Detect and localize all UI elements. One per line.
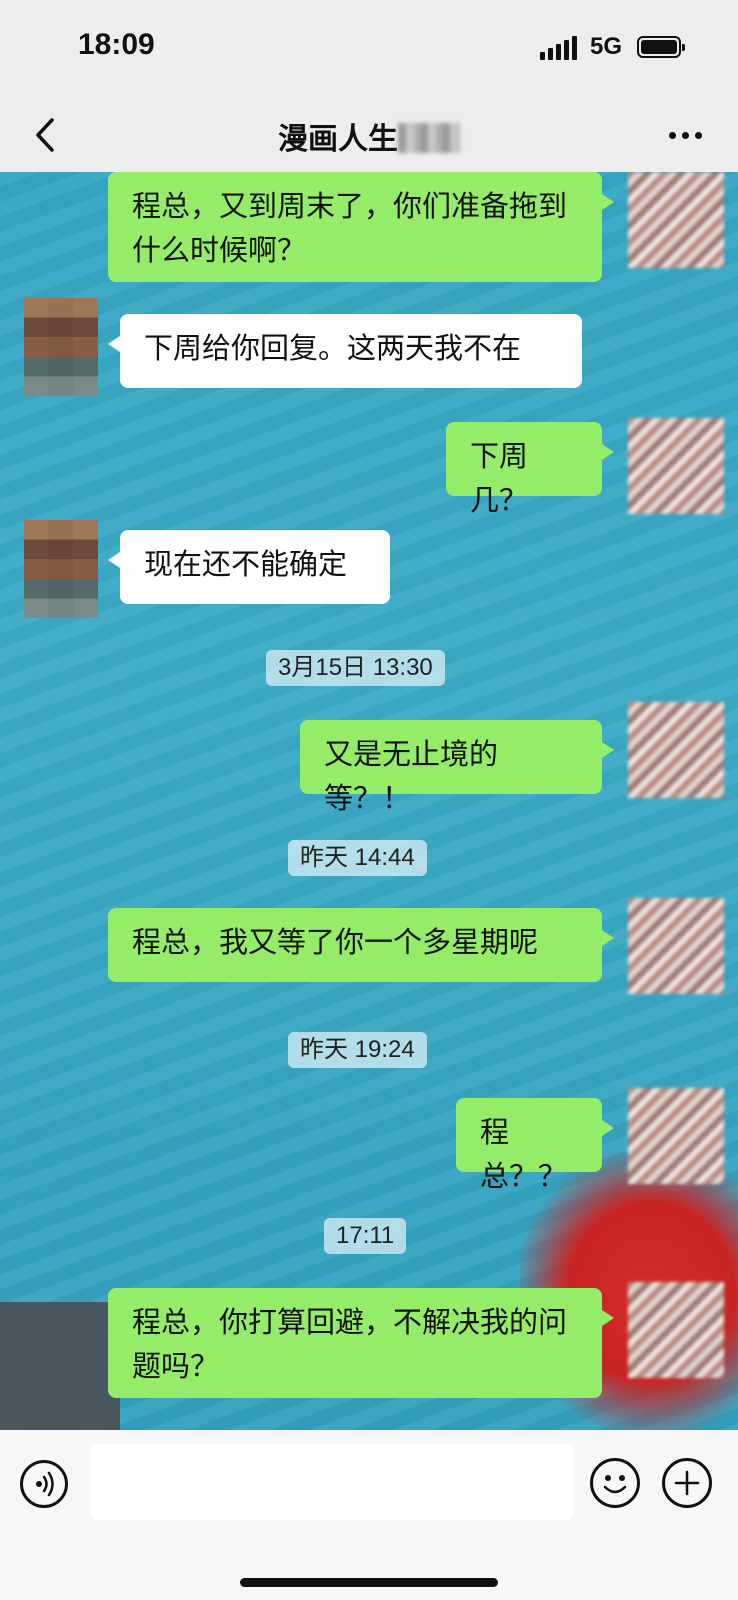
my-avatar[interactable] <box>628 898 724 994</box>
message-bubble-outgoing[interactable]: 程总，你打算回避，不解决我的问题吗？ <box>108 1288 614 1398</box>
message-bubble-outgoing[interactable]: 程总，我又等了你一个多星期呢 <box>108 908 614 982</box>
my-avatar[interactable] <box>628 702 724 798</box>
message-text: 程总，我又等了你一个多星期呢 <box>132 925 539 959</box>
message-text: 程总？？ <box>480 1115 568 1193</box>
message-bubble-outgoing[interactable]: 程总？？ <box>456 1098 614 1193</box>
plus-icon[interactable] <box>662 1458 712 1508</box>
my-avatar[interactable] <box>628 1282 724 1378</box>
message-text: 程总，你打算回避，不解决我的问题吗？ <box>132 1305 568 1383</box>
my-avatar[interactable] <box>628 1088 724 1184</box>
message-bubble-outgoing[interactable]: 又是无止境的等？！ <box>300 720 614 815</box>
network-label: 5G <box>590 33 623 60</box>
background-dark-area <box>0 1302 120 1430</box>
timestamp: 昨天 14:44 <box>288 840 427 876</box>
message-text: 现在还不能确定 <box>144 547 348 581</box>
voice-icon[interactable] <box>20 1460 68 1508</box>
contact-avatar[interactable] <box>24 298 98 396</box>
contact-avatar[interactable] <box>24 520 98 618</box>
blurred-name-redaction <box>398 123 460 153</box>
battery-full-icon <box>637 36 685 58</box>
timestamp: 17:11 <box>324 1218 407 1254</box>
timestamp: 3月15日 13:30 <box>266 650 445 686</box>
my-avatar[interactable] <box>628 172 724 268</box>
message-bubble-incoming[interactable]: 下周给你回复。这两天我不在 <box>108 314 582 388</box>
emoji-icon[interactable] <box>590 1458 640 1508</box>
my-avatar[interactable] <box>628 418 724 514</box>
input-bar <box>0 1430 738 1600</box>
more-dots-icon[interactable] <box>662 120 708 150</box>
timestamp: 昨天 19:24 <box>288 1032 427 1068</box>
message-input[interactable] <box>90 1444 574 1520</box>
chat-title: 漫画人生 <box>0 114 738 158</box>
chat-header: 漫画人生 <box>0 100 738 172</box>
message-text: 下周几？ <box>470 439 529 517</box>
message-text: 又是无止境的等？！ <box>324 737 499 815</box>
home-indicator[interactable] <box>240 1578 498 1587</box>
status-time: 18:09 <box>78 28 155 61</box>
status-bar: 18:09 5G <box>0 0 738 100</box>
message-text: 程总，又到周末了，你们准备拖到什么时候啊？ <box>132 189 568 267</box>
signal-icon <box>540 36 577 60</box>
chat-title-text: 漫画人生 <box>278 122 398 157</box>
message-list[interactable]: 程总，又到周末了，你们准备拖到什么时候啊？ 下周给你回复。这两天我不在 下周几？… <box>0 172 738 1430</box>
message-text: 下周给你回复。这两天我不在 <box>144 331 522 365</box>
message-bubble-incoming[interactable]: 现在还不能确定 <box>108 530 390 604</box>
message-bubble-outgoing[interactable]: 程总，又到周末了，你们准备拖到什么时候啊？ <box>108 172 614 282</box>
message-bubble-outgoing[interactable]: 下周几？ <box>446 422 614 517</box>
